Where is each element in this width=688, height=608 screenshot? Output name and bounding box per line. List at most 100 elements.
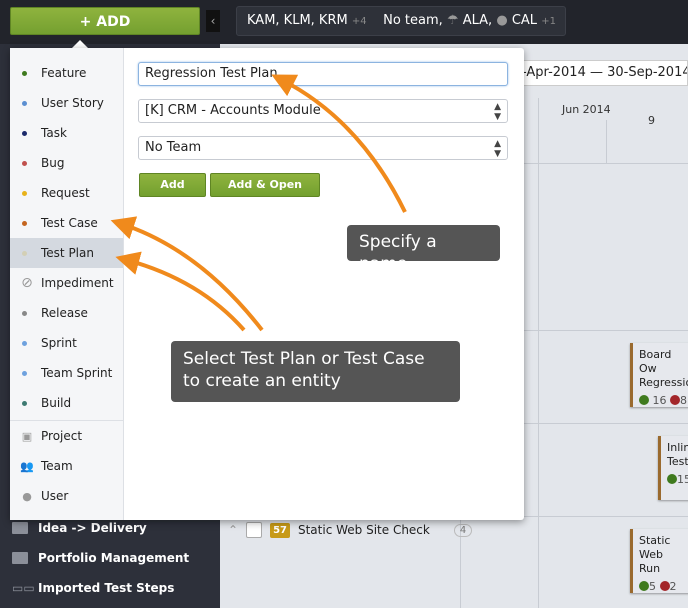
- dot-icon: [22, 370, 27, 376]
- menu-item-label: Release: [41, 306, 88, 320]
- context-filter[interactable]: KAM, KLM, KRM +4 No team, ☂ ALA, ● CAL +…: [236, 6, 566, 36]
- sidebar-item-label: Imported Test Steps: [38, 581, 175, 595]
- dot-icon: [22, 250, 27, 256]
- test-plan-card[interactable]: Static Web Run 5 2: [630, 529, 688, 593]
- menu-item-label: User Story: [41, 96, 104, 110]
- test-plan-card[interactable]: Inlin Test: 15: [658, 436, 688, 500]
- menu-item-label: Sprint: [41, 336, 77, 350]
- menu-item-test-plan[interactable]: Test Plan: [10, 238, 123, 268]
- dot-icon: [22, 340, 27, 346]
- team-value: No Team: [145, 140, 202, 155]
- folder-icon: [12, 522, 28, 534]
- menu-item-task[interactable]: Task: [10, 118, 123, 148]
- people-more: +4: [351, 16, 367, 27]
- tooltip-specify-name: Specify a name: [347, 225, 500, 274]
- grid-icon: ▭▭: [12, 581, 35, 595]
- user-icon: ●: [22, 489, 32, 503]
- card-title: Static Web: [639, 534, 671, 561]
- menu-item-project[interactable]: ▣ Project: [10, 421, 123, 451]
- row-checkbox[interactable]: [246, 522, 263, 538]
- sidebar-item-portfolio[interactable]: Portfolio Management: [12, 551, 189, 565]
- menu-item-label: Test Plan: [41, 246, 94, 260]
- menu-item-label: Team Sprint: [41, 366, 113, 380]
- add-button[interactable]: + ADD: [10, 7, 200, 35]
- menu-item-label: Test Case: [41, 216, 98, 230]
- menu-item-bug[interactable]: Bug: [10, 148, 123, 178]
- menu-item-label: Team: [41, 459, 73, 473]
- name-input[interactable]: Regression Test Plan: [138, 62, 508, 86]
- passed-icon: [639, 395, 649, 405]
- failed-count: 2: [669, 580, 677, 593]
- menu-item-impediment[interactable]: ⊘ Impediment: [10, 268, 123, 298]
- card-title: Test:: [667, 455, 688, 468]
- select-arrows-icon: ▲ ▼: [494, 139, 501, 159]
- dot-icon: [22, 100, 27, 106]
- passed-count: 15: [677, 473, 688, 486]
- menu-item-request[interactable]: Request: [10, 178, 123, 208]
- passed-icon: [667, 474, 677, 484]
- passed-count: 5: [649, 580, 656, 593]
- menu-item-label: Feature: [41, 66, 87, 80]
- menu-item-team-sprint[interactable]: Team Sprint: [10, 358, 123, 388]
- entity-id-badge: 57: [270, 522, 290, 538]
- failed-count: 8: [680, 394, 687, 407]
- menu-item-sprint[interactable]: Sprint: [10, 328, 123, 358]
- umbrella-icon: ☂: [446, 13, 459, 28]
- menu-item-user-story[interactable]: User Story: [10, 88, 123, 118]
- tooltip-line: Select Test Plan or Test Case: [183, 349, 425, 369]
- dot-icon: [22, 220, 27, 226]
- test-plan-card[interactable]: Board Ow Regressio 16 8: [630, 343, 688, 407]
- chevron-left-icon[interactable]: ‹: [206, 10, 220, 32]
- passed-count: 16: [652, 394, 667, 407]
- sidebar-item-label: Portfolio Management: [38, 551, 190, 565]
- menu-item-build[interactable]: Build: [10, 388, 123, 418]
- list-item[interactable]: ⌃ 57 Static Web Site Check 4: [228, 522, 473, 538]
- divider: [538, 164, 539, 608]
- sidebar-item-label: Idea -> Delivery: [38, 521, 147, 535]
- card-title: Run: [639, 562, 661, 575]
- sidebar-item-idea-delivery[interactable]: Idea -> Delivery: [12, 521, 147, 535]
- chevron-up-icon[interactable]: ⌃: [228, 523, 238, 537]
- dot-icon: [22, 310, 27, 316]
- dot-icon: [22, 70, 27, 76]
- menu-item-feature[interactable]: Feature: [10, 58, 123, 88]
- dot-icon: [22, 130, 27, 136]
- folder-icon: [12, 552, 28, 564]
- team-select[interactable]: No Team ▲ ▼: [138, 136, 508, 160]
- menu-item-label: Request: [41, 186, 90, 200]
- menu-item-test-case[interactable]: Test Case: [10, 208, 123, 238]
- dot-icon: [22, 160, 27, 166]
- add-and-open-button[interactable]: Add & Open: [210, 173, 320, 197]
- month-label: Jun 2014: [562, 103, 611, 116]
- date-range-field[interactable]: -Apr-2014 — 30-Sep-2014: [515, 60, 688, 86]
- card-title: Inlin: [667, 441, 688, 454]
- row-title[interactable]: Static Web Site Check: [298, 523, 430, 537]
- menu-item-label: Build: [41, 396, 72, 410]
- failed-icon: [659, 581, 670, 591]
- failed-icon: [670, 395, 680, 405]
- teams-filter: No team,: [383, 13, 443, 28]
- teams-more: +1: [541, 16, 556, 27]
- people-filter: KAM, KLM, KRM: [247, 13, 348, 28]
- card-title: Board Ow: [639, 348, 672, 375]
- menu-item-label: Impediment: [41, 276, 114, 290]
- team-ala: ALA,: [462, 13, 493, 28]
- apple-icon: ●: [496, 13, 508, 28]
- count-badge: 4: [453, 523, 473, 537]
- team-icon: 👥: [20, 459, 34, 473]
- briefcase-icon: ▣: [21, 429, 33, 443]
- day-label: 9: [648, 114, 655, 127]
- team-cal: CAL: [511, 13, 538, 28]
- menu-item-team[interactable]: 👥 Team: [10, 451, 123, 481]
- select-arrows-icon: ▲ ▼: [494, 102, 501, 122]
- project-select[interactable]: [K] CRM - Accounts Module ▲ ▼: [138, 99, 508, 123]
- dot-icon: [22, 400, 27, 406]
- menu-item-user[interactable]: ● User: [10, 481, 123, 511]
- menu-item-release[interactable]: Release: [10, 298, 123, 328]
- menu-item-label: Task: [41, 126, 67, 140]
- menu-item-label: Project: [41, 429, 83, 443]
- add-entity-popup: Feature User Story Task Bug Request Test Case…: [10, 48, 524, 520]
- project-value: [K] CRM - Accounts Module: [145, 103, 321, 118]
- sidebar-item-imported-test-steps[interactable]: ▭▭ Imported Test Steps: [12, 581, 174, 595]
- add-submit-button[interactable]: Add: [139, 173, 206, 197]
